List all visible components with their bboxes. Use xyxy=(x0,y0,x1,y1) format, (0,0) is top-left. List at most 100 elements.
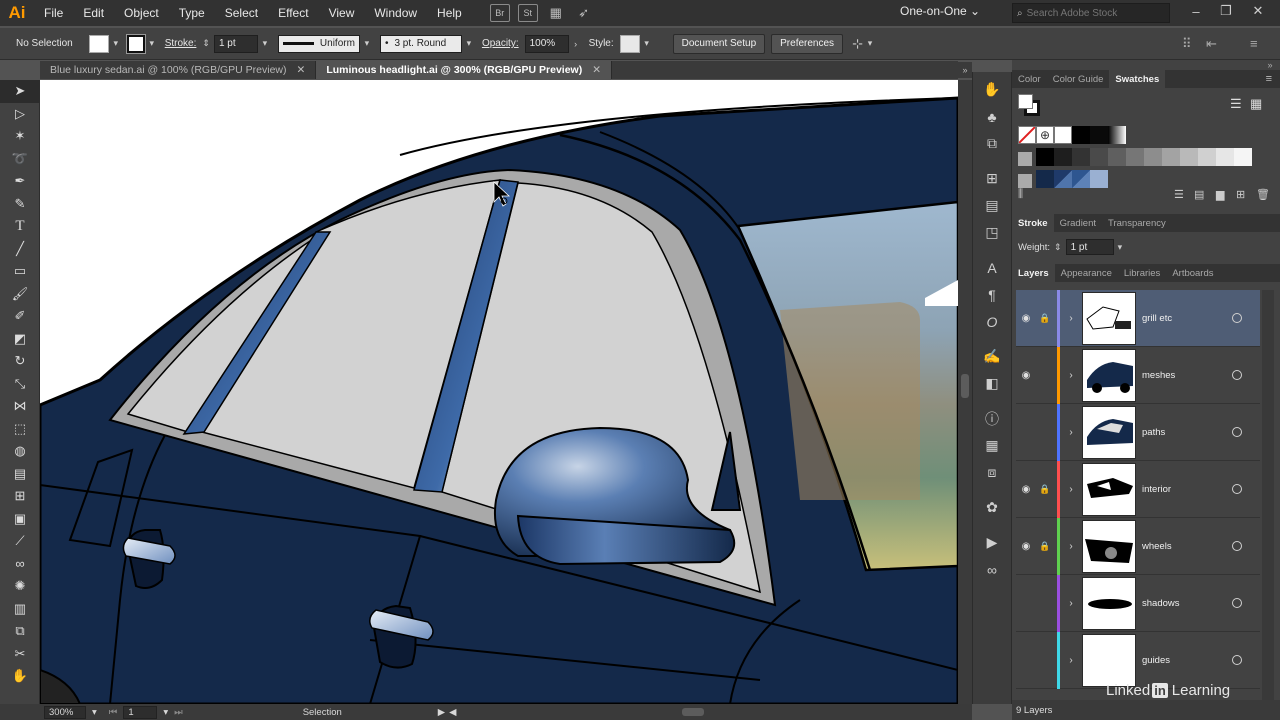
layer-row-paths[interactable]: › paths xyxy=(1016,403,1260,461)
tab-swatches[interactable]: Swatches xyxy=(1109,70,1166,88)
appearance-icon[interactable]: ✿ xyxy=(973,494,1011,521)
magic-wand-tool-icon[interactable]: ✶ xyxy=(0,125,40,148)
chevron-down-icon[interactable]: ▾ xyxy=(1118,242,1123,253)
swatch-gray-3[interactable] xyxy=(1072,148,1090,166)
swatch-group-folder-2[interactable] xyxy=(1018,174,1032,188)
swatch-gray-8[interactable] xyxy=(1162,148,1180,166)
tab-appearance[interactable]: Appearance xyxy=(1055,264,1118,282)
links-chain-icon[interactable]: ∞ xyxy=(973,556,1011,583)
puppet-warp-icon[interactable]: ✋ xyxy=(973,76,1011,103)
symbols-icon[interactable]: ♣ xyxy=(973,103,1011,130)
tab-stroke[interactable]: Stroke xyxy=(1012,214,1054,232)
stock-button[interactable]: St xyxy=(517,4,538,22)
swatch-group-folder[interactable] xyxy=(1018,152,1032,166)
swatch-gray-9[interactable] xyxy=(1180,148,1198,166)
layer-row-interior[interactable]: ◉ 🔒 › interior xyxy=(1016,460,1260,518)
swatch-gray-10[interactable] xyxy=(1198,148,1216,166)
expand-arrow-icon[interactable]: › xyxy=(1060,427,1082,438)
swatch-navy[interactable] xyxy=(1036,170,1054,188)
stroke-swatch[interactable] xyxy=(125,33,146,54)
chevron-down-icon[interactable]: ▾ xyxy=(109,35,123,53)
expand-arrow-icon[interactable]: › xyxy=(1060,655,1082,666)
horizontal-scrollbar[interactable] xyxy=(450,708,950,716)
perspective-grid-tool-icon[interactable]: ▤ xyxy=(0,463,40,486)
menu-edit[interactable]: Edit xyxy=(73,0,114,26)
opacity-field[interactable]: 100% xyxy=(524,34,569,53)
delete-swatch-icon[interactable]: 🗑 xyxy=(1256,188,1270,201)
menu-type[interactable]: Type xyxy=(169,0,215,26)
target-circle-icon[interactable] xyxy=(1232,484,1242,494)
visibility-eye-icon[interactable]: ◉ xyxy=(1016,484,1036,495)
new-color-group-icon[interactable]: ▆ xyxy=(1216,188,1224,201)
brushes-icon[interactable]: ✍ xyxy=(973,343,1011,370)
swatch-gray-6[interactable] xyxy=(1126,148,1144,166)
swatch-black[interactable] xyxy=(1072,126,1090,144)
layers-scrollbar[interactable] xyxy=(1262,290,1274,700)
actions-icon[interactable]: ▶ xyxy=(973,529,1011,556)
swatch-none[interactable] xyxy=(1018,126,1036,144)
weight-field[interactable]: 1 pt xyxy=(1065,239,1114,255)
graph-tool-icon[interactable]: ▥ xyxy=(0,598,40,621)
lasso-tool-icon[interactable]: ➰ xyxy=(0,148,40,171)
layer-row-meshes[interactable]: ◉ › meshes xyxy=(1016,346,1260,404)
tab-color[interactable]: Color xyxy=(1012,70,1047,88)
opentype-icon[interactable]: O xyxy=(973,308,1011,335)
swatch-gray-7[interactable] xyxy=(1144,148,1162,166)
swatch-kind-icon[interactable]: ☰ xyxy=(1174,188,1184,201)
pathfinder-icon[interactable]: ◳ xyxy=(973,219,1011,246)
gradient-tool-icon[interactable]: ▣ xyxy=(0,508,40,531)
eraser-tool-icon[interactable]: ◩ xyxy=(0,328,40,351)
target-circle-icon[interactable] xyxy=(1232,541,1242,551)
layer-row-guides[interactable]: › guides xyxy=(1016,631,1260,689)
info-icon[interactable]: ⓘ xyxy=(973,405,1011,432)
free-transform-tool-icon[interactable]: ⬚ xyxy=(0,418,40,441)
character-icon[interactable]: A xyxy=(973,254,1011,281)
expand-arrow-icon[interactable]: › xyxy=(1060,598,1082,609)
tab-artboards[interactable]: Artboards xyxy=(1166,264,1219,282)
scroll-thumb[interactable] xyxy=(682,708,704,716)
chevron-down-icon[interactable]: ▾ xyxy=(462,35,476,53)
curvature-tool-icon[interactable]: ✎ xyxy=(0,193,40,216)
graphic-style-swatch[interactable] xyxy=(619,34,640,53)
stepper-icon[interactable]: ⇕ xyxy=(202,38,210,49)
document-info-icon[interactable]: ▦ xyxy=(973,432,1011,459)
fill-swatch[interactable] xyxy=(88,34,109,53)
swatch-registration[interactable]: ⊕ xyxy=(1036,126,1054,144)
blend-tool-icon[interactable]: ∞ xyxy=(0,553,40,576)
grid-view-icon[interactable]: ▦ xyxy=(1250,96,1262,112)
hand-tool-icon[interactable]: ✋ xyxy=(0,665,40,688)
fill-stroke-indicator[interactable] xyxy=(1018,94,1040,116)
play-icon[interactable]: ▶ xyxy=(438,707,445,718)
minimize-button[interactable]: – xyxy=(1182,0,1210,22)
rotate-tool-icon[interactable]: ↻ xyxy=(0,350,40,373)
swatch-blue-3[interactable] xyxy=(1090,170,1108,188)
links-icon[interactable]: ⧈ xyxy=(973,459,1011,486)
tab-libraries[interactable]: Libraries xyxy=(1118,264,1166,282)
scroll-thumb[interactable] xyxy=(961,374,969,398)
swatch-blue-2[interactable] xyxy=(1072,170,1090,188)
lock-icon[interactable]: 🔒 xyxy=(1036,541,1054,552)
target-circle-icon[interactable] xyxy=(1232,655,1242,665)
workspace-switcher[interactable]: One-on-One ⌄ xyxy=(900,4,980,18)
panel-collapse-icon[interactable]: » xyxy=(958,62,972,78)
selection-tool-icon[interactable]: ➤ xyxy=(0,80,40,103)
chevron-right-icon[interactable]: › xyxy=(569,35,583,53)
variable-width-profile[interactable]: Uniform xyxy=(277,34,360,53)
menu-file[interactable]: File xyxy=(34,0,73,26)
layer-row-shadows[interactable]: › shadows xyxy=(1016,574,1260,632)
zoom-field[interactable]: 300% xyxy=(44,705,86,719)
swatch-gradient-bw[interactable] xyxy=(1108,126,1126,144)
align-to-icon[interactable]: ⊹ xyxy=(852,36,863,52)
menu-view[interactable]: View xyxy=(319,0,365,26)
expand-arrow-icon[interactable]: › xyxy=(1060,484,1082,495)
visibility-eye-icon[interactable]: ◉ xyxy=(1016,541,1036,552)
lock-icon[interactable]: 🔒 xyxy=(1036,484,1054,495)
brush-definition[interactable]: • 3 pt. Round xyxy=(379,34,462,53)
vertical-scrollbar[interactable] xyxy=(958,80,972,704)
visibility-eye-icon[interactable]: ◉ xyxy=(1016,313,1036,324)
artboard-canvas[interactable] xyxy=(40,80,958,704)
chevron-down-icon[interactable]: ▾ xyxy=(640,35,654,53)
transform-icon[interactable]: ▤ xyxy=(973,192,1011,219)
slice-tool-icon[interactable]: ✂ xyxy=(0,643,40,666)
stock-search[interactable]: ⌕ xyxy=(1012,3,1170,23)
